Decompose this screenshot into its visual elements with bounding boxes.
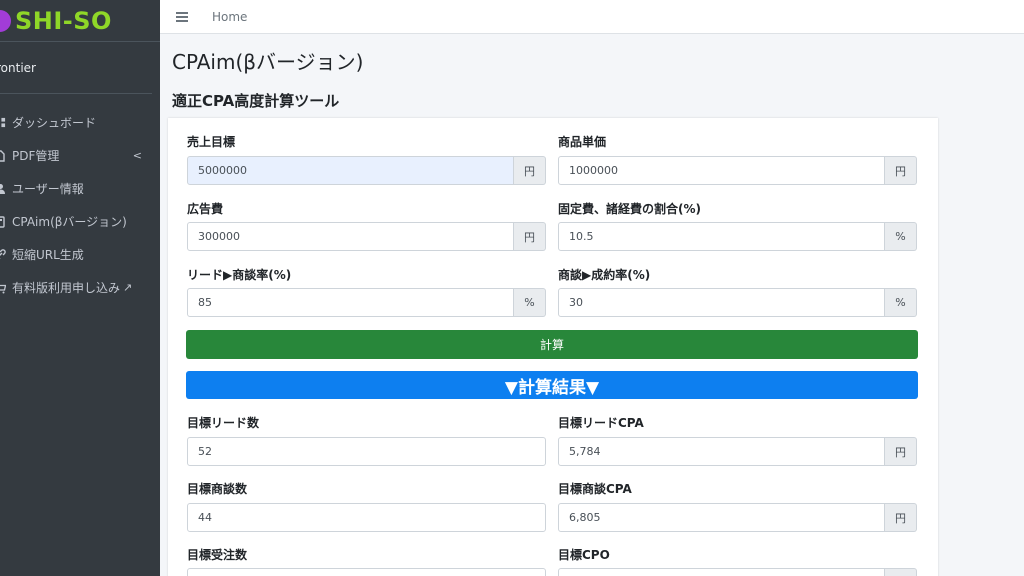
fixed-cost-ratio-label: 固定費、諸経費の割合(%): [558, 202, 701, 216]
yen-unit: 円: [514, 156, 546, 185]
percent-unit: %: [885, 288, 917, 317]
sidebar-item-pdf[interactable]: PDF管理 <: [0, 139, 160, 172]
ad-cost-label: 広告費: [187, 202, 224, 216]
ad-cost-input[interactable]: 300000: [187, 222, 514, 251]
sidebar-item-short-url[interactable]: 短縮URL生成: [0, 238, 160, 271]
fixed-cost-ratio-group: 10.5 %: [558, 222, 917, 251]
calculator-icon: [0, 215, 6, 228]
fixed-cost-ratio-input[interactable]: 10.5: [558, 222, 885, 251]
unit-price-input[interactable]: 1000000: [558, 156, 885, 185]
dashboard-icon: [0, 117, 6, 129]
yen-unit: 円: [885, 156, 917, 185]
sales-target-label: 売上目標: [187, 135, 236, 149]
page-title: CPAim(βバージョン): [172, 50, 364, 74]
user-icon: [0, 183, 6, 195]
target-orders-group: [187, 568, 546, 576]
target-leads-group: 52: [187, 437, 546, 466]
sidebar-item-label: CPAim(βバージョン): [12, 215, 127, 229]
target-cpo-label: 目標CPO: [558, 548, 610, 562]
link-icon: [0, 248, 6, 261]
target-lead-cpa-label: 目標リードCPA: [558, 416, 644, 430]
target-leads-label: 目標リード数: [187, 416, 260, 430]
brand-link[interactable]: SHI-SO: [0, 0, 160, 42]
sidebar-item-label: PDF管理: [12, 149, 60, 163]
calculate-button[interactable]: 計算: [186, 330, 918, 359]
brand-logo-icon: [0, 9, 11, 32]
target-leads-output: 52: [187, 437, 546, 466]
sidebar-item-cpaim[interactable]: CPAim(βバージョン): [0, 205, 160, 238]
target-meetings-label: 目標商談数: [187, 482, 248, 496]
top-navbar: Home: [160, 0, 1024, 34]
cart-icon: [0, 282, 6, 294]
meeting-to-contract-input[interactable]: 30: [558, 288, 885, 317]
percent-unit: %: [514, 288, 546, 317]
yen-unit: [885, 568, 917, 576]
home-link[interactable]: Home: [212, 10, 247, 24]
brand-name: SHI-SO: [15, 6, 112, 35]
target-cpo-group: [558, 568, 917, 576]
sales-target-group: 5000000 円: [187, 156, 546, 185]
target-cpo-output: [558, 568, 885, 576]
section-title: 適正CPA高度計算ツール: [172, 92, 340, 110]
yen-unit: 円: [885, 503, 917, 532]
sidebar-item-label: 有料版利用申し込み: [12, 281, 121, 295]
results-header: ▼計算結果▼: [186, 371, 918, 399]
sales-target-input[interactable]: 5000000: [187, 156, 514, 185]
sidebar: SHI-SO rontier ダッシュボード PDF管理 < ユーザー情報: [0, 0, 160, 576]
user-panel[interactable]: rontier: [0, 42, 152, 94]
sidebar-item-paid-plan[interactable]: 有料版利用申し込み ↗: [0, 271, 160, 304]
target-meeting-cpa-label: 目標商談CPA: [558, 482, 632, 496]
target-lead-cpa-output: 5,784: [558, 437, 885, 466]
target-lead-cpa-group: 5,784 円: [558, 437, 917, 466]
yen-unit: 円: [514, 222, 546, 251]
sidebar-nav: ダッシュボード PDF管理 < ユーザー情報 CPAim(βバージョン) 短縮U…: [0, 94, 160, 304]
lead-to-meeting-group: 85 %: [187, 288, 546, 317]
meeting-to-contract-group: 30 %: [558, 288, 917, 317]
sidebar-item-dashboard[interactable]: ダッシュボード: [0, 106, 160, 139]
unit-price-label: 商品単価: [558, 135, 607, 149]
hamburger-menu-icon[interactable]: [176, 11, 188, 22]
sidebar-item-label: 短縮URL生成: [12, 248, 84, 262]
yen-unit: 円: [885, 437, 917, 466]
lead-to-meeting-label: リード▶商談率(%): [187, 268, 292, 282]
sidebar-item-label: ユーザー情報: [12, 182, 84, 196]
chevron-left-icon[interactable]: <: [133, 149, 142, 162]
sidebar-item-label: ダッシュボード: [12, 116, 97, 130]
target-meetings-group: 44: [187, 503, 546, 532]
percent-unit: %: [885, 222, 917, 251]
lead-to-meeting-input[interactable]: 85: [187, 288, 514, 317]
target-orders-output: [187, 568, 546, 576]
ad-cost-group: 300000 円: [187, 222, 546, 251]
sidebar-item-user-info[interactable]: ユーザー情報: [0, 172, 160, 205]
document-icon: [0, 149, 6, 162]
user-name[interactable]: rontier: [0, 61, 36, 75]
target-orders-label: 目標受注数: [187, 548, 248, 562]
target-meetings-output: 44: [187, 503, 546, 532]
external-link-icon: ↗: [123, 281, 133, 294]
target-meeting-cpa-group: 6,805 円: [558, 503, 917, 532]
meeting-to-contract-label: 商談▶成約率(%): [558, 268, 651, 282]
unit-price-group: 1000000 円: [558, 156, 917, 185]
target-meeting-cpa-output: 6,805: [558, 503, 885, 532]
